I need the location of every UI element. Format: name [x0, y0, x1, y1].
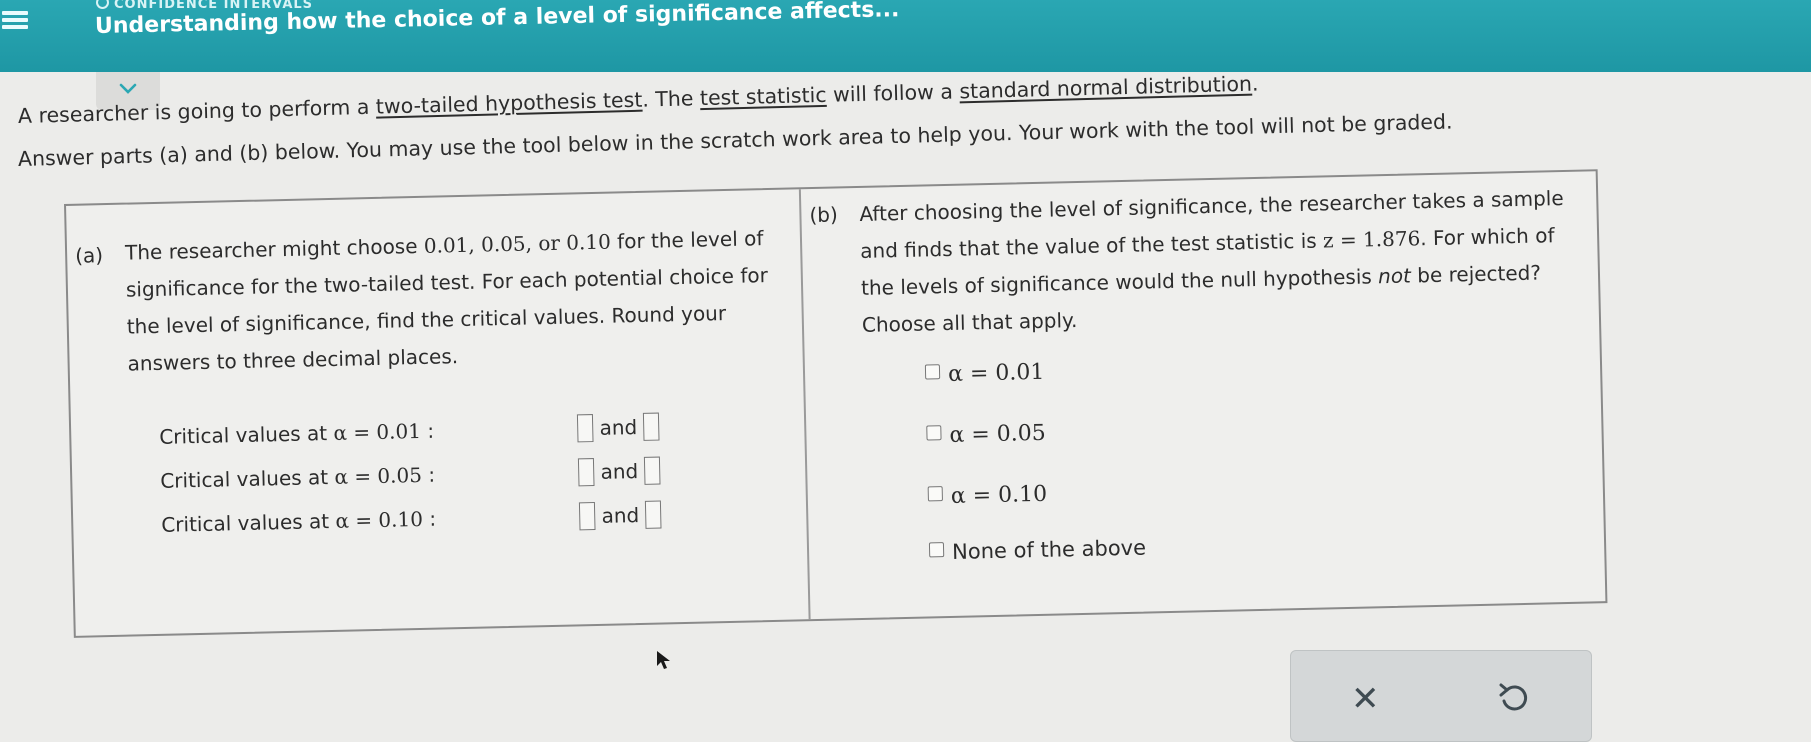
mouse-cursor-icon [657, 651, 670, 669]
critical-value-lower-input[interactable] [579, 502, 596, 531]
link-standard-normal-distribution[interactable]: standard normal distribution [959, 72, 1252, 104]
part-b-label: (b) [809, 202, 839, 228]
option-alpha-005[interactable]: α = 0.05 [926, 421, 1046, 449]
critical-value-upper-input[interactable] [643, 456, 661, 485]
checkbox[interactable] [924, 364, 941, 380]
undo-button[interactable] [1497, 681, 1529, 719]
option-alpha-001[interactable]: α = 0.01 [924, 360, 1045, 388]
checkbox[interactable] [926, 425, 942, 441]
checkbox[interactable] [927, 486, 943, 502]
critical-value-lower-input[interactable] [578, 458, 595, 487]
top-bar: CONFIDENCE INTERVALS Understanding how t… [0, 0, 1811, 72]
part-a-label: (a) [74, 243, 104, 268]
link-test-statistic[interactable]: test statistic [700, 83, 827, 110]
part-a: (a) The researcher might choose 0.01, 0.… [66, 189, 809, 636]
critical-values-row: Critical values at α = 0.01 : and [159, 412, 660, 452]
menu-icon[interactable] [2, 8, 28, 34]
part-b-text: After choosing the level of significance… [859, 185, 1564, 337]
part-b: (b) After choosing the level of signific… [801, 171, 1606, 619]
part-a-text: The researcher might choose 0.01, 0.05, … [124, 226, 769, 376]
critical-value-lower-input[interactable] [577, 414, 594, 443]
link-two-tailed-hypothesis-test[interactable]: two-tailed hypothesis test [376, 88, 643, 119]
undo-icon [1499, 683, 1528, 711]
critical-values-row: Critical values at α = 0.05 : and [160, 456, 661, 496]
clear-button[interactable]: ✕ [1351, 679, 1380, 719]
circle-icon [96, 0, 109, 9]
critical-values-row: Critical values at α = 0.10 : and [161, 500, 662, 540]
critical-value-upper-input[interactable] [644, 500, 662, 529]
problem-table: (a) The researcher might choose 0.01, 0.… [64, 169, 1608, 638]
critical-value-upper-input[interactable] [642, 412, 660, 441]
option-alpha-010[interactable]: α = 0.10 [927, 482, 1047, 510]
action-bar: ✕ [1290, 650, 1592, 742]
option-none-of-the-above[interactable]: None of the above [928, 536, 1146, 565]
chevron-down-icon [119, 83, 137, 94]
checkbox[interactable] [928, 542, 945, 558]
